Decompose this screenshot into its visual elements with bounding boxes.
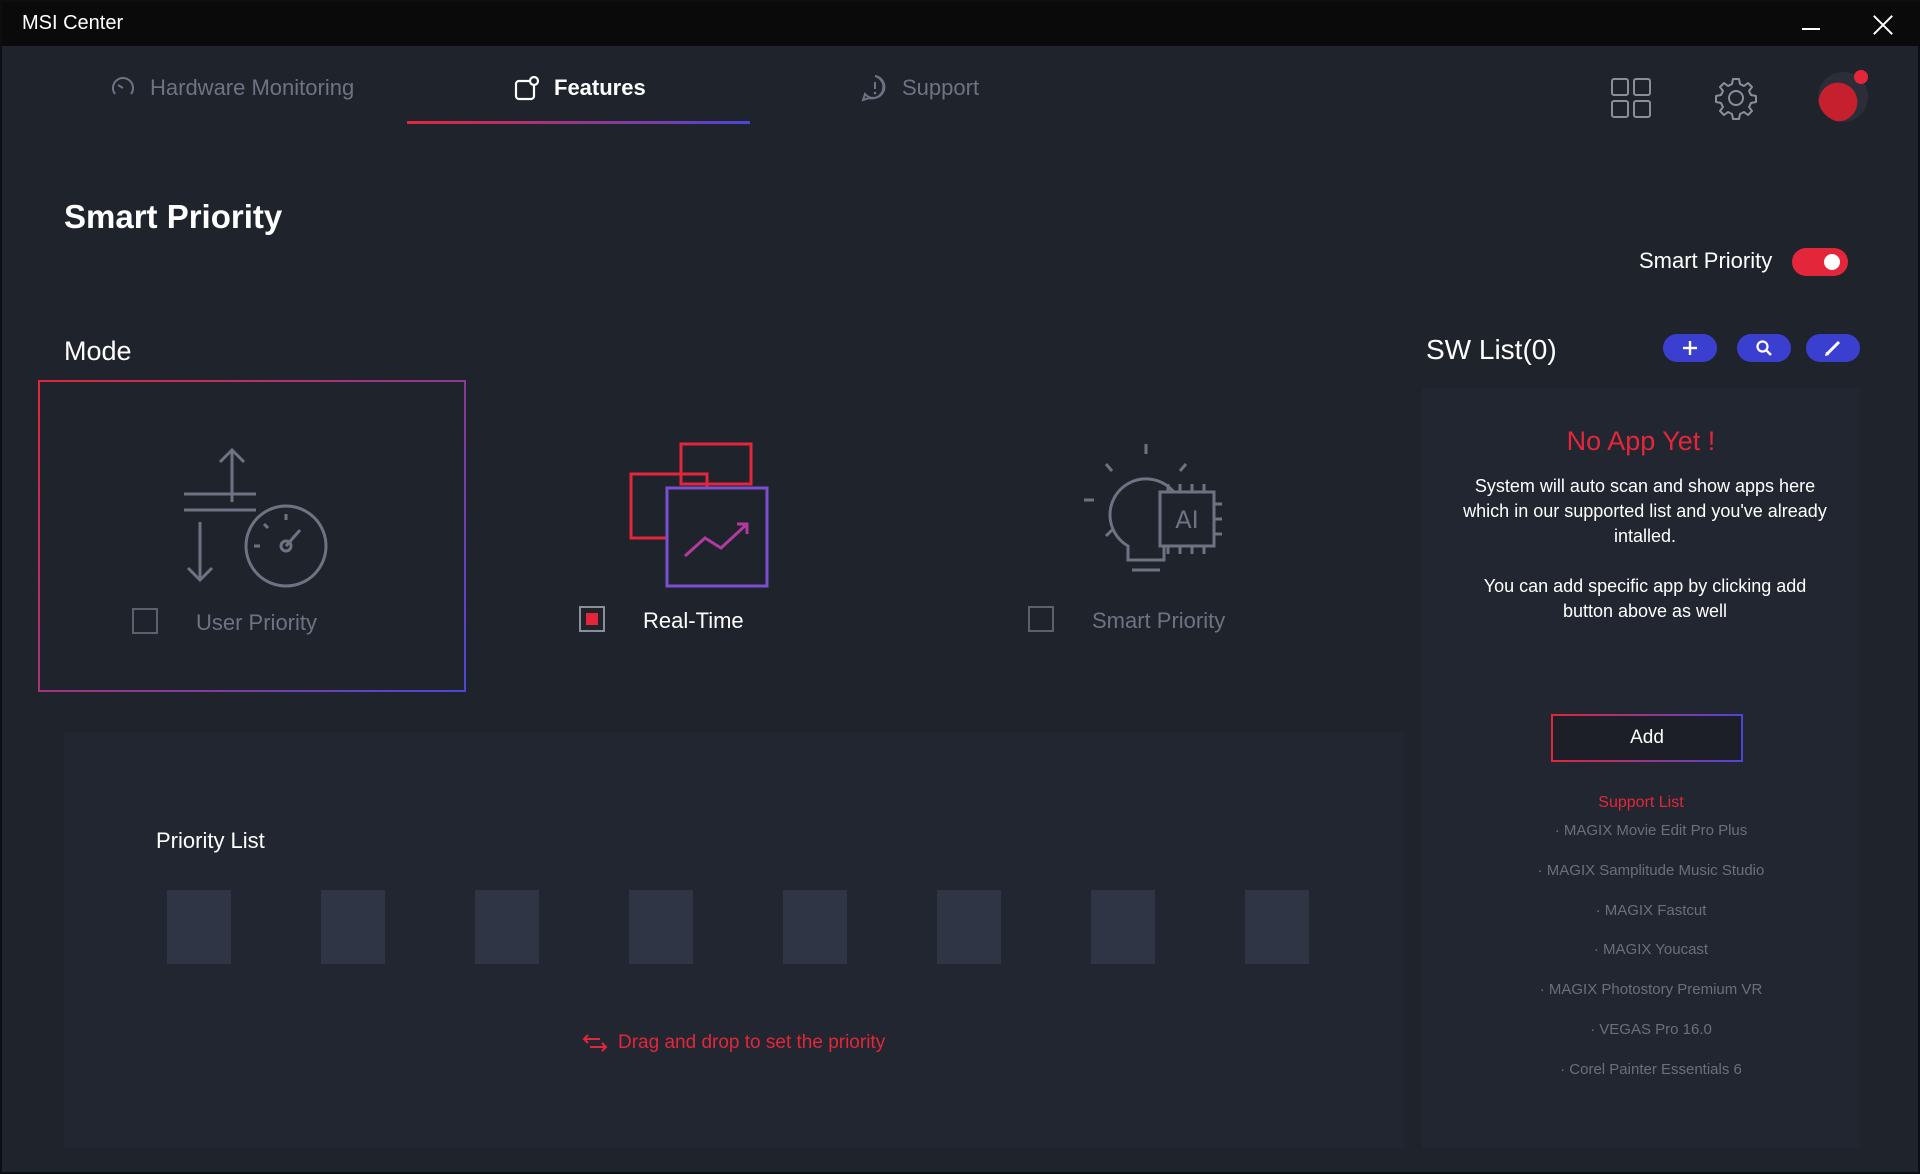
drag-hint: Drag and drop to set the priority — [582, 1032, 885, 1054]
active-tab-indicator — [407, 121, 750, 124]
tab-label: Features — [554, 75, 646, 100]
smart-priority-mode-label: Smart Priority — [1092, 608, 1226, 633]
swap-arrows-icon — [582, 1034, 608, 1052]
real-time-label: Real-Time — [643, 608, 744, 633]
mode-section-label: Mode — [64, 336, 132, 366]
page-title: Smart Priority — [64, 198, 283, 235]
sw-list-panel: No App Yet ! System will auto scan and s… — [1422, 388, 1860, 1148]
support-list-item: · MAGIX Photostory Premium VR — [1539, 981, 1763, 998]
sw-list-title: SW List(0) — [1426, 334, 1557, 365]
apps-grid-icon[interactable] — [1609, 76, 1653, 120]
support-list-title: Support List — [1598, 794, 1684, 811]
empty-state-hint: You can add specific app by clicking add… — [1483, 576, 1807, 621]
app-window: MSI Center Hardware Monitoring Features … — [0, 0, 1920, 1174]
priority-list-panel: Priority List Drag and drop to set the p… — [64, 732, 1404, 1148]
support-list-item: · MAGIX Samplitude Music Studio — [1537, 862, 1765, 879]
empty-state-title: No App Yet ! — [1566, 426, 1716, 456]
notification-dot — [1854, 70, 1868, 84]
ai-bulb-icon: AI — [1084, 444, 1222, 572]
priority-slot[interactable] — [1245, 890, 1309, 964]
close-icon[interactable] — [1868, 10, 1898, 40]
support-list-item: · MAGIX Fastcut — [1595, 902, 1707, 919]
user-priority-icon — [184, 447, 328, 588]
window-title: MSI Center — [22, 12, 124, 34]
title-bar: MSI Center — [2, 2, 1920, 46]
user-priority-label: User Priority — [196, 610, 318, 635]
mode-card-smart-priority[interactable]: AI Smart Priority — [936, 380, 1364, 692]
sw-add-button[interactable] — [1663, 334, 1717, 362]
svg-text:AI: AI — [1175, 506, 1199, 534]
support-icon — [861, 75, 886, 102]
priority-slot[interactable] — [475, 890, 539, 964]
support-list-item: · MAGIX Movie Edit Pro Plus — [1554, 822, 1748, 839]
tab-label: Hardware Monitoring — [150, 75, 355, 100]
sw-edit-button[interactable] — [1806, 334, 1860, 362]
real-time-checkbox[interactable] — [579, 606, 605, 632]
support-list-item: · VEGAS Pro 16.0 — [1590, 1021, 1712, 1038]
tab-support[interactable]: Support — [860, 68, 979, 108]
priority-slot[interactable] — [629, 890, 693, 964]
priority-slot[interactable] — [167, 890, 231, 964]
sw-search-button[interactable] — [1737, 334, 1791, 362]
priority-slot[interactable] — [1091, 890, 1155, 964]
mode-card-real-time[interactable]: Real-Time — [487, 380, 915, 692]
support-list-item: · Corel Painter Essentials 6 — [1560, 1061, 1742, 1078]
support-list-item: · MAGIX Youcast — [1593, 941, 1709, 958]
user-priority-checkbox[interactable] — [132, 608, 158, 634]
plus-icon — [1683, 341, 1697, 355]
tab-hardware-monitoring[interactable]: Hardware Monitoring — [108, 68, 354, 108]
edit-icon — [1825, 340, 1841, 356]
priority-list-title: Priority List — [156, 828, 265, 853]
priority-slot[interactable] — [937, 890, 1001, 964]
add-app-button[interactable]: Add — [1551, 714, 1743, 762]
smart-priority-checkbox[interactable] — [1028, 606, 1054, 632]
real-time-icon — [629, 442, 769, 588]
tab-label: Support — [902, 75, 980, 100]
minimize-icon[interactable] — [1796, 10, 1826, 40]
search-icon — [1756, 340, 1772, 356]
tab-features[interactable]: Features — [512, 68, 646, 108]
empty-state-message: System will auto scan and show apps here… — [1463, 476, 1827, 546]
drag-hint-text: Drag and drop to set the priority — [618, 1032, 886, 1053]
gauge-icon — [112, 77, 134, 95]
features-icon — [514, 75, 540, 101]
toggle-knob — [1824, 254, 1840, 270]
mode-card-user-priority[interactable]: User Priority — [38, 380, 466, 692]
gear-icon[interactable] — [1714, 76, 1758, 120]
smart-priority-toggle-label: Smart Priority — [1639, 248, 1773, 273]
priority-slot[interactable] — [321, 890, 385, 964]
priority-slot[interactable] — [783, 890, 847, 964]
